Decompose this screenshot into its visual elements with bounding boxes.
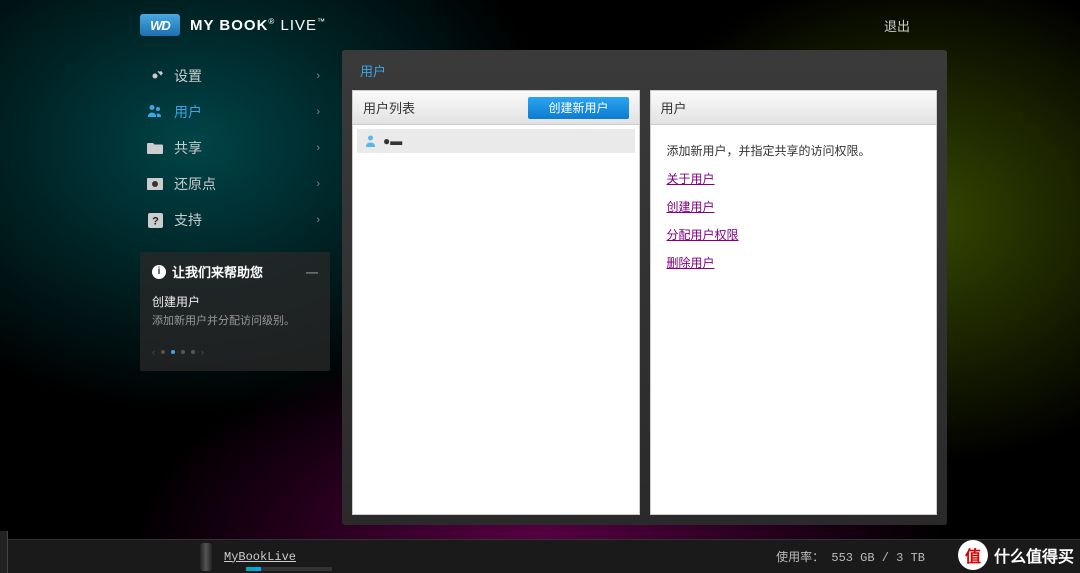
pager-dot[interactable] [171,350,175,354]
breadcrumb-current: 用户 [360,61,386,80]
breadcrumb: 用户 [342,50,947,90]
watermark: 值 什么值得买 [958,540,1074,570]
nav-item-safepoints[interactable]: 还原点 › [140,166,330,202]
create-user-button[interactable]: 创建新用户 [528,97,628,119]
card-header: 用户 [651,91,937,125]
folder-icon [146,139,164,157]
pager-dot[interactable] [191,350,195,354]
nav-item-users[interactable]: 用户 › [140,94,330,130]
help-desc: 添加新用户并分配访问级别。 [152,314,318,329]
brand-bold: MY BOOK [190,17,268,34]
nav-label: 共享 [174,138,202,158]
user-name: ●▬ [383,134,402,148]
collapse-icon[interactable]: — [306,265,318,279]
info-desc: 添加新用户，并指定共享的访问权限。 [667,139,921,163]
logout-link[interactable]: 退出 [884,16,910,35]
info-body: 添加新用户，并指定共享的访问权限。 关于用户 创建用户 分配用户权限 删除用户 [651,125,937,289]
usage-value: 553 GB / 3 TB [831,551,925,565]
card-header: 用户列表 创建新用户 [353,91,639,125]
gear-icon [146,67,164,85]
nav-label: 还原点 [174,174,216,194]
bottom-bar: MyBookLive 使用率： 553 GB / 3 TB [0,539,1080,573]
drive-handle-icon[interactable] [200,543,212,571]
restore-icon [146,175,164,193]
usage-text: 使用率： 553 GB / 3 TB [776,548,925,565]
content-panel: 用户 用户列表 创建新用户 ●▬ 用 [342,50,947,525]
usage-bar-fill [246,567,261,571]
svg-text:?: ? [152,215,159,227]
pager-dot[interactable] [161,350,165,354]
card-title: 用户 [661,98,687,117]
nav-label: 支持 [174,210,202,230]
drive-name[interactable]: MyBookLive [224,550,296,564]
info-link-create[interactable]: 创建用户 [667,195,921,219]
user-row[interactable]: ●▬ [357,129,635,153]
chevron-right-icon: › [316,142,320,154]
wd-logo: WD [140,14,180,36]
nav-label: 用户 [174,102,202,122]
user-list-card: 用户列表 创建新用户 ●▬ [352,90,640,515]
users-icon [146,103,164,121]
user-info-card: 用户 添加新用户，并指定共享的访问权限。 关于用户 创建用户 分配用户权限 删除… [650,90,938,515]
watermark-badge-icon: 值 [958,540,988,570]
nav-item-shares[interactable]: 共享 › [140,130,330,166]
help-icon: ? [146,211,164,229]
card-title: 用户列表 [363,98,415,117]
info-link-assign[interactable]: 分配用户权限 [667,223,921,247]
chevron-right-icon: › [316,214,320,226]
brand-thin: LIVE [280,17,317,34]
info-icon: i [152,265,166,279]
chevron-right-icon: › [316,106,320,118]
usage-bar [246,567,332,571]
nav-label: 设置 [174,66,202,86]
help-panel: i 让我们来帮助您 — 创建用户 添加新用户并分配访问级别。 ‹ › [140,252,330,371]
bottom-left-cap [0,531,8,573]
help-subtitle: 创建用户 [152,293,318,310]
nav-item-settings[interactable]: 设置 › [140,58,330,94]
nav-item-support[interactable]: ? 支持 › [140,202,330,238]
watermark-text: 什么值得买 [994,543,1074,567]
pager-next-icon[interactable]: › [201,347,204,357]
help-header: i 让我们来帮助您 — [152,262,318,281]
chevron-right-icon: › [316,70,320,82]
brand-text: MY BOOK® LIVE™ [190,17,326,34]
sidebar: 设置 › 用户 › 共享 › 还原点 › ? [140,50,330,525]
help-title: 让我们来帮助您 [172,262,263,281]
usage-label: 使用率： [776,551,824,565]
pager-dot[interactable] [181,350,185,354]
user-icon [365,135,377,147]
pager-prev-icon[interactable]: ‹ [152,347,155,357]
chevron-right-icon: › [316,178,320,190]
info-link-delete[interactable]: 删除用户 [667,251,921,275]
help-pager: ‹ › [152,347,318,357]
user-list: ●▬ [353,125,639,157]
info-link-about[interactable]: 关于用户 [667,167,921,191]
top-bar: WD MY BOOK® LIVE™ 退出 [0,0,1080,50]
